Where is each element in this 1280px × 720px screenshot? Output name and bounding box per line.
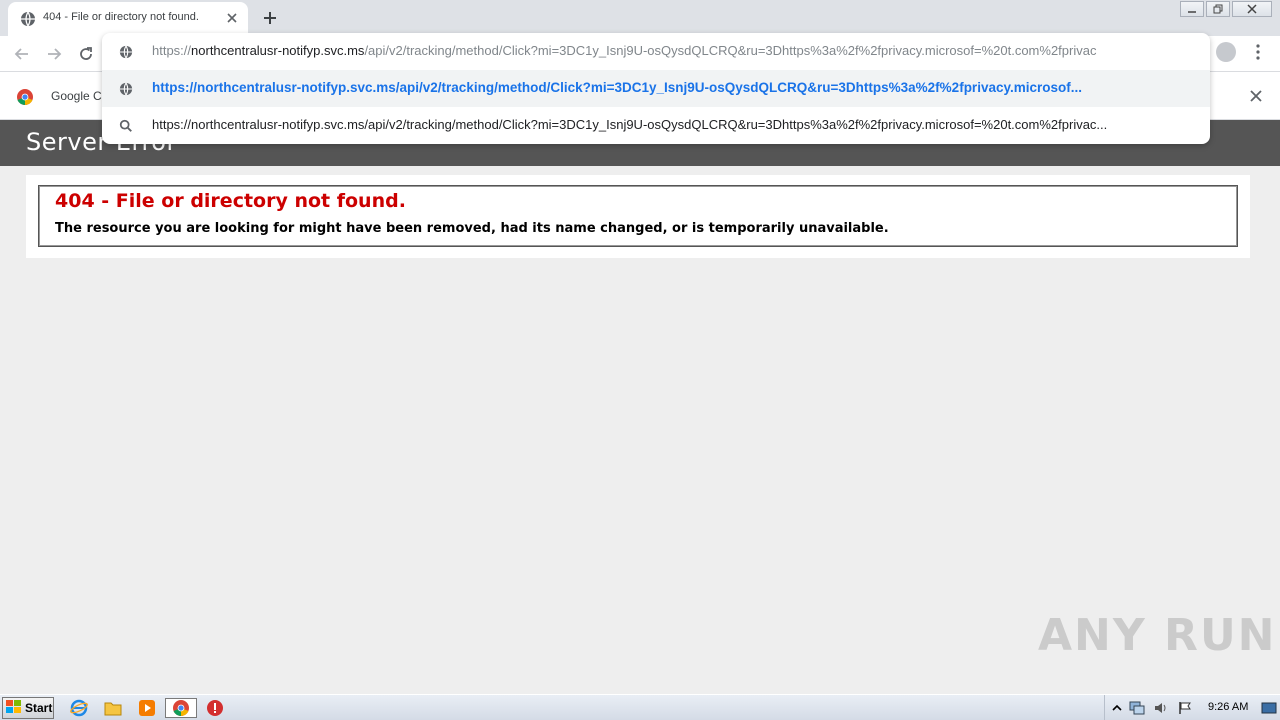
chrome-taskbar-icon[interactable] (165, 698, 197, 718)
search-icon (118, 118, 134, 134)
error-box: 404 - File or directory not found. The r… (38, 185, 1238, 247)
new-tab-button[interactable] (260, 8, 280, 28)
browser-tab[interactable]: 404 - File or directory not found. (8, 2, 248, 36)
suggestion-text: https://northcentralusr-notifyp.svc.ms/a… (152, 80, 1082, 95)
url-path: /api/v2/tracking/method/Click?mi=3DC1y_I… (364, 43, 1097, 58)
show-desktop-icon[interactable] (1261, 700, 1277, 716)
globe-icon (118, 81, 134, 97)
internet-explorer-icon[interactable] (68, 698, 90, 718)
start-label: Start (25, 701, 53, 715)
window-controls (1178, 1, 1272, 17)
tab-title: 404 - File or directory not found. (43, 11, 199, 23)
omnibox-suggestion[interactable]: https://northcentralusr-notifyp.svc.ms/a… (102, 70, 1210, 107)
close-window-button[interactable] (1232, 1, 1272, 17)
close-icon[interactable] (1248, 88, 1264, 104)
chrome-menu-icon[interactable] (1250, 42, 1266, 62)
url-host: northcentralusr-notifyp.svc.ms (191, 43, 365, 58)
show-hidden-icons-icon[interactable] (1109, 700, 1125, 716)
clock: 9:26 AM (1208, 701, 1249, 713)
chrome-logo-icon (16, 88, 34, 110)
address-bar[interactable]: https://northcentralusr-notifyp.svc.ms/a… (102, 33, 1210, 70)
omnibox-suggestion[interactable]: https://northcentralusr-notifyp.svc.ms/a… (102, 107, 1210, 144)
address-input[interactable]: https://northcentralusr-notifyp.svc.ms/a… (152, 43, 1202, 58)
omnibox-dropdown: https://northcentralusr-notifyp.svc.ms/a… (102, 33, 1210, 144)
minimize-button[interactable] (1180, 1, 1204, 17)
stop-icon[interactable] (204, 698, 226, 718)
bookmark-item[interactable]: Google Ch (16, 88, 109, 106)
globe-icon (118, 44, 134, 60)
watermark-logo: ANY RUN (1038, 610, 1277, 661)
error-title: 404 - File or directory not found. (55, 190, 406, 212)
bookmark-label: Google Ch (51, 89, 109, 103)
profile-avatar-icon[interactable] (1216, 42, 1236, 62)
reload-button[interactable] (74, 42, 98, 66)
network-icon[interactable] (1129, 700, 1145, 716)
volume-icon[interactable] (1153, 700, 1169, 716)
forward-button[interactable] (42, 42, 66, 66)
tab-strip: 404 - File or directory not found. (0, 0, 1280, 36)
suggestion-text: https://northcentralusr-notifyp.svc.ms/a… (152, 117, 1108, 132)
system-tray (1104, 695, 1280, 720)
media-player-icon[interactable] (136, 698, 158, 718)
error-description: The resource you are looking for might h… (55, 221, 889, 236)
action-center-flag-icon[interactable] (1177, 700, 1193, 716)
taskbar: Start 9:26 AM (0, 694, 1280, 720)
start-button[interactable]: Start (2, 697, 54, 719)
url-scheme: https:// (152, 43, 192, 58)
file-explorer-icon[interactable] (102, 698, 124, 718)
windows-logo-icon (6, 699, 22, 718)
globe-icon (20, 11, 36, 27)
content-panel: 404 - File or directory not found. The r… (26, 175, 1250, 258)
back-button[interactable] (10, 42, 34, 66)
restore-button[interactable] (1206, 1, 1230, 17)
close-tab-icon[interactable] (224, 10, 240, 26)
